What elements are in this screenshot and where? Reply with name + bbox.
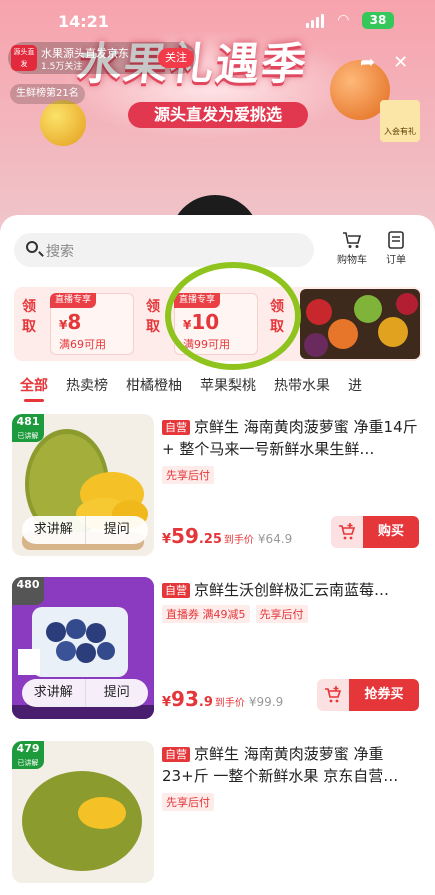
get-coupon-button[interactable]: 领取: [18, 297, 40, 337]
cart-icon: [343, 232, 362, 248]
tab-more[interactable]: 进: [348, 375, 362, 403]
self-operated-tag: 自营: [162, 420, 190, 435]
product-title: 自营 京鲜生沃创鲜极汇云南蓝莓…: [162, 579, 424, 601]
coupon-condition: 满69可用: [59, 338, 106, 351]
rank-number: 479 已讲解: [12, 741, 44, 769]
add-to-cart-button[interactable]: [317, 679, 349, 711]
live-actions: 求讲解 提问: [22, 679, 148, 707]
ask-button[interactable]: 提问: [86, 516, 149, 544]
buy-button[interactable]: 购买: [363, 516, 419, 548]
coupon-amount: ¥8: [59, 310, 82, 334]
request-explain-button[interactable]: 求讲解: [22, 679, 86, 707]
request-explain-button[interactable]: 求讲解: [22, 516, 86, 544]
top-actions: ➦ ✕: [360, 52, 408, 73]
self-operated-tag: 自营: [162, 583, 190, 598]
product-tags: 先享后付: [162, 466, 214, 484]
coupon-buy-button[interactable]: 抢券买: [349, 679, 419, 711]
rank-number: 481 已讲解: [12, 414, 44, 442]
follow-button[interactable]: 关注: [158, 48, 194, 68]
cart-plus-icon: [325, 686, 342, 703]
cart-plus-icon: [339, 523, 356, 540]
product-price: ¥59.25 到手价 ¥64.9: [162, 524, 293, 548]
product-tags: 直播券 满49减5 先享后付: [162, 605, 308, 623]
cart-button[interactable]: 购物车: [332, 231, 372, 266]
fruit-promo-image[interactable]: [300, 289, 420, 359]
host-fans: 1.5万关注: [41, 62, 83, 72]
tab-tropical[interactable]: 热带水果: [274, 375, 330, 403]
highlight-circle-annotation: [165, 262, 301, 370]
host-avatar[interactable]: 源头直发: [11, 45, 37, 71]
search-placeholder: 搜索: [46, 244, 74, 260]
fruit-decoration: [40, 100, 86, 146]
pay-later-tag: 先享后付: [162, 793, 214, 811]
search-icon: [26, 241, 38, 253]
original-price: ¥64.9: [257, 532, 293, 546]
product-card[interactable]: 480 求讲解 提问 自营 京鲜生沃创鲜极汇云南蓝莓… 直播券 满49减5 先享后付…: [8, 575, 427, 731]
cart-label: 购物车: [337, 255, 367, 266]
signal-icon: [306, 14, 324, 28]
rank-badge[interactable]: 生鲜榜第21名: [10, 84, 85, 104]
orders-label: 订单: [386, 255, 406, 266]
pay-later-tag: 先享后付: [255, 605, 308, 623]
product-title: 自营 京鲜生 海南黄肉菠萝蜜 净重23+斤 一整个新鲜水果 京东自营…: [162, 745, 399, 785]
tab-hot[interactable]: 热卖榜: [66, 375, 108, 403]
shop-badge[interactable]: 入会有礼: [380, 100, 420, 142]
banner-subtitle: 源头直发为爱挑选: [128, 102, 308, 128]
product-card[interactable]: 481 已讲解 求讲解 提问 自营 京鲜生 海南黄肉菠萝蜜 净重14斤+ 整个马来一…: [8, 412, 427, 568]
orders-icon: [388, 231, 404, 249]
category-tabs: 全部 热卖榜 柑橘橙柚 苹果梨桃 热带水果 进: [0, 375, 435, 403]
status-bar: 14:21 ◠ 38: [0, 0, 435, 40]
coupon-tag: 直播专享: [50, 293, 97, 308]
product-tags: 先享后付: [162, 793, 214, 811]
product-card[interactable]: 479 已讲解 自营 京鲜生 海南黄肉菠萝蜜 净重23+斤 一整个新鲜水果 京东自营…: [8, 739, 427, 895]
ask-button[interactable]: 提问: [86, 679, 149, 707]
host-info[interactable]: 源头直发 水果源头直发京东 1.5万关注 关注: [8, 42, 196, 74]
orders-button[interactable]: 订单: [376, 231, 416, 266]
close-icon[interactable]: ✕: [393, 52, 408, 73]
tab-all[interactable]: 全部: [20, 375, 48, 403]
coupon-card[interactable]: 直播专享 ¥8 满69可用: [50, 293, 134, 355]
pay-later-tag: 先享后付: [162, 466, 214, 484]
tab-apple-pear[interactable]: 苹果梨桃: [200, 375, 256, 403]
product-price: ¥93.9 到手价 ¥99.9: [162, 687, 284, 711]
original-price: ¥99.9: [248, 695, 284, 709]
rank-number: 480: [12, 577, 44, 605]
live-actions: 求讲解 提问: [22, 516, 148, 544]
battery-indicator: 38: [362, 12, 394, 29]
wifi-icon: ◠: [338, 12, 349, 28]
get-coupon-button[interactable]: 领取: [142, 297, 164, 337]
coupon-tag: 直播券 满49减5: [162, 605, 250, 623]
self-operated-tag: 自营: [162, 747, 190, 762]
status-time: 14:21: [58, 12, 109, 31]
shop-label: 入会有礼: [384, 127, 416, 136]
search-input[interactable]: 搜索: [14, 233, 314, 267]
share-icon[interactable]: ➦: [360, 52, 375, 73]
product-title: 自营 京鲜生 海南黄肉菠萝蜜 净重14斤+ 整个马来一号新鲜水果生鲜…: [162, 418, 418, 458]
add-to-cart-button[interactable]: [331, 516, 363, 548]
tab-citrus[interactable]: 柑橘橙柚: [126, 375, 182, 403]
